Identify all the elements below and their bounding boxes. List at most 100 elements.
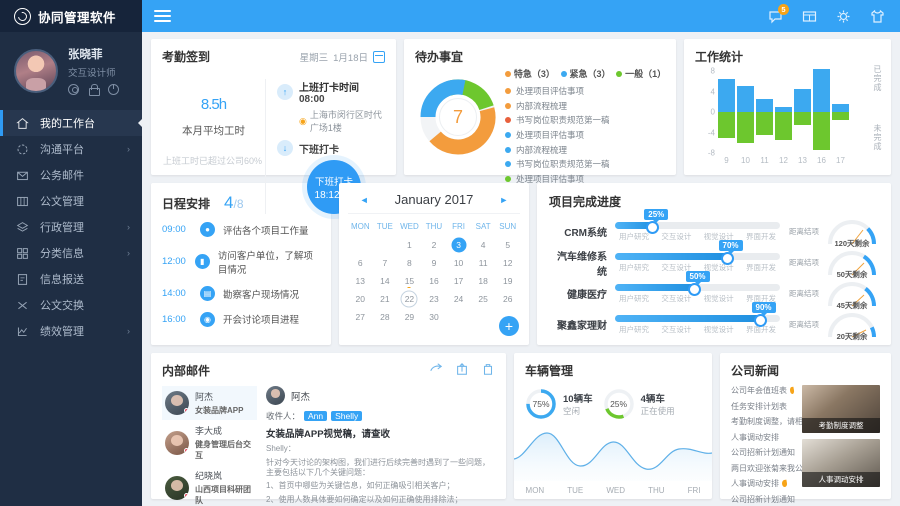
chevron-right-icon: › [127, 144, 130, 154]
reply-icon[interactable] [429, 362, 443, 379]
user-role: 交互设计师 [68, 68, 116, 79]
recipient-chip[interactable]: Ann [304, 411, 328, 421]
calendar-day[interactable]: 30 [422, 309, 447, 325]
sidebar-item-workbench[interactable]: 我的工作台 [0, 110, 143, 136]
calendar-day[interactable]: 21 [373, 291, 398, 307]
sidebar-item-exchange[interactable]: 公文交换 [0, 292, 142, 318]
shirt-icon[interactable] [869, 8, 886, 25]
list-item[interactable]: 人事调动安排 [731, 478, 794, 489]
sidebar-item-mail[interactable]: 公务邮件 [0, 162, 142, 188]
calendar-day[interactable]: 9 [422, 255, 447, 271]
calendar-day[interactable]: 8 [397, 255, 422, 271]
sidebar-item-performance[interactable]: 绩效管理 › [0, 318, 142, 344]
list-item[interactable]: 14:00 ▤ 勘察客户现场情况 [162, 286, 320, 301]
list-item[interactable]: 考勤制度调整，请相互通知 [731, 416, 827, 427]
list-item[interactable]: 内部流程梳理 [505, 144, 665, 156]
calendar-day[interactable]: 16 [422, 273, 447, 289]
calendar-day-marked[interactable]: 15 [397, 273, 422, 289]
briefcase-icon: ▮ [194, 254, 210, 269]
sidebar-item-admin[interactable]: 行政管理 › [0, 214, 142, 240]
hamburger-icon[interactable] [154, 10, 171, 22]
sidebar-item-categories[interactable]: 分类信息 › [0, 240, 142, 266]
list-item[interactable]: 纪晓岚 山西项目科研团队 [162, 465, 257, 506]
calendar-day[interactable]: 13 [348, 273, 373, 289]
calendar-day-selected[interactable]: 3 [446, 237, 471, 253]
message-icon[interactable]: 5 [767, 3, 789, 25]
chat-icon [16, 143, 29, 156]
calendar-day[interactable]: 11 [471, 255, 496, 271]
progress-fill [615, 220, 660, 234]
delete-icon[interactable] [481, 362, 495, 379]
x-tick: MON [525, 486, 545, 495]
calendar-day[interactable]: 1 [397, 237, 422, 253]
work-stats-chart: 8 4 0 -4 -8 9 10 11 12 13 16 17 [708, 67, 850, 166]
list-item[interactable]: 处理项目评估事项 [505, 173, 665, 185]
calendar-day[interactable]: 10 [446, 255, 471, 271]
todo-group-urgent: 处理项目评估事项 内部流程梳理 书写岗位职责规范第一稿 [505, 85, 665, 126]
forward-icon[interactable] [455, 362, 469, 379]
list-item[interactable]: 公司年会值班表 [731, 385, 795, 396]
list-item[interactable]: 任务安排计划表 [731, 401, 794, 412]
user-profile[interactable]: 张晓菲 交互设计师 [0, 32, 142, 106]
news-thumbnail[interactable]: 考勤制度调整 [802, 385, 880, 433]
calendar-day[interactable]: 25 [471, 291, 496, 307]
calendar-day[interactable]: 24 [446, 291, 471, 307]
calendar-icon[interactable] [373, 50, 385, 63]
speech-icon: ◉ [200, 311, 215, 327]
calendar-day[interactable]: 14 [373, 273, 398, 289]
calendar-prev-button[interactable]: ◄ [360, 195, 369, 205]
list-item[interactable]: 人事调动安排 [731, 432, 794, 443]
calendar-day[interactable]: 23 [422, 291, 447, 307]
calendar-day[interactable]: 2 [422, 237, 447, 253]
topbar-icons: 5 [767, 3, 886, 25]
sidebar-item-chat[interactable]: 沟通平台 › [0, 136, 142, 162]
mail-sender-name: 李大成 [195, 426, 223, 436]
list-item[interactable]: 两日欢迎张菊来我公司参观 [731, 463, 827, 474]
calendar-grid: MON TUE WED THU FRI SAT SUN 1 2 3 4 5 6 … [348, 219, 520, 325]
calendar-day[interactable]: 26 [495, 291, 520, 307]
list-item[interactable]: 李大成 健身管理后台交互 [162, 420, 257, 465]
vehicle-stat-idle: 75% 10辆车 空闲 [525, 388, 593, 420]
card-icon[interactable] [801, 8, 818, 25]
calendar-day[interactable]: 7 [373, 255, 398, 271]
avatar [165, 430, 189, 455]
user-icon[interactable] [68, 84, 79, 95]
sidebar-item-report[interactable]: 信息报送 [0, 266, 142, 292]
calendar-day-today[interactable]: 22 [397, 291, 422, 307]
recipient-chip[interactable]: Shelly [331, 411, 363, 421]
progress-fill [615, 251, 733, 265]
calendar-day[interactable]: 19 [495, 273, 520, 289]
work-stats-title: 工作统计 [695, 50, 744, 64]
project-name: 聚鑫家理财 [557, 321, 607, 332]
power-icon[interactable] [108, 84, 119, 95]
list-item[interactable]: 书写岗位职责规范第一稿 [505, 158, 665, 170]
list-item[interactable]: 处理项目评估事项 [505, 85, 665, 97]
list-item[interactable]: 09:00 ● 评估各个项目工作量 [162, 222, 320, 237]
calendar-day[interactable]: 5 [495, 237, 520, 253]
sidebar-item-doc[interactable]: 公文管理 [0, 188, 142, 214]
list-item[interactable]: 公司招新计划通知 [731, 447, 795, 458]
news-thumbnail[interactable]: 人事调动安排 [802, 439, 880, 487]
calendar-next-button[interactable]: ► [499, 195, 508, 205]
calendar-day[interactable]: 18 [471, 273, 496, 289]
gear-icon[interactable] [835, 8, 852, 25]
calendar-day[interactable]: 28 [373, 309, 398, 325]
calendar-day[interactable]: 6 [348, 255, 373, 271]
calendar-day[interactable]: 29 [397, 309, 422, 325]
x-tick: 13 [798, 156, 807, 165]
list-item[interactable]: 阿杰 女装品牌APP [162, 386, 257, 420]
calendar-day[interactable]: 27 [348, 309, 373, 325]
list-item[interactable]: 书写岗位职责规范第一稿 [505, 114, 665, 126]
calendar-day[interactable]: 17 [446, 273, 471, 289]
calendar-day[interactable]: 12 [495, 255, 520, 271]
list-item[interactable]: 12:00 ▮ 访问客户单位，了解项目情况 [162, 248, 320, 276]
add-event-button[interactable]: + [499, 316, 519, 336]
list-item[interactable]: 内部流程梳理 [505, 100, 665, 112]
calendar-day[interactable]: 4 [471, 237, 496, 253]
calendar-day [373, 237, 398, 253]
list-item[interactable]: 处理项目评估事项 [505, 129, 665, 141]
lock-icon[interactable] [88, 84, 100, 96]
calendar-day[interactable]: 20 [348, 291, 373, 307]
list-item[interactable]: 公司招新计划通知 [731, 494, 795, 505]
list-item[interactable]: 16:00 ◉ 开会讨论项目进程 [162, 311, 320, 327]
